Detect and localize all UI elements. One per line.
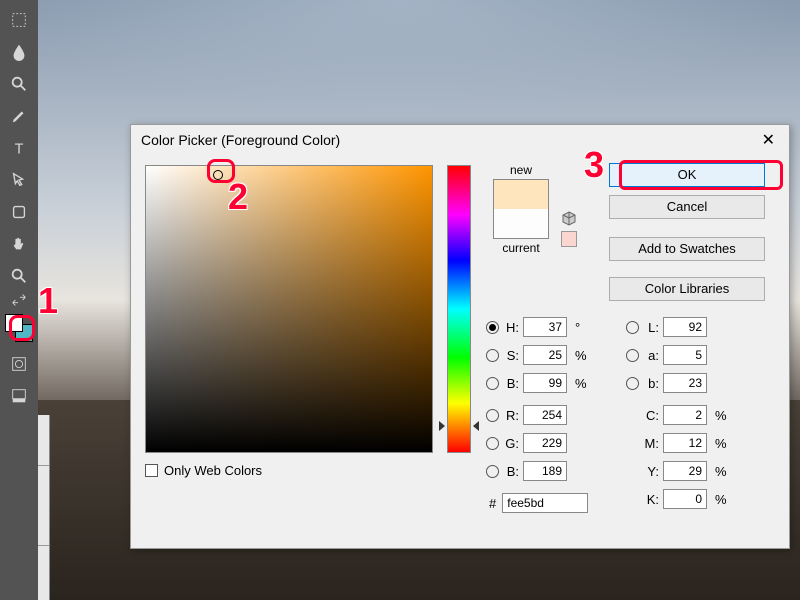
- new-color-preview: [494, 180, 548, 209]
- green-input[interactable]: [523, 433, 567, 453]
- only-web-colors-label: Only Web Colors: [164, 463, 262, 478]
- zoom2-tool-icon[interactable]: [7, 264, 31, 288]
- path-select-tool-icon[interactable]: [7, 168, 31, 192]
- b-label: b:: [643, 376, 659, 391]
- brightness-radio[interactable]: [486, 377, 499, 390]
- l-label: L:: [643, 320, 659, 335]
- lightness-input[interactable]: [663, 317, 707, 337]
- a-radio[interactable]: [626, 349, 639, 362]
- c-label: C:: [643, 408, 659, 423]
- foreground-swatch[interactable]: [5, 314, 23, 332]
- close-icon[interactable]: ✕: [758, 130, 779, 150]
- swap-colors-icon[interactable]: [7, 294, 31, 306]
- blue-input[interactable]: [523, 461, 567, 481]
- screen-mode-icon[interactable]: [7, 384, 31, 408]
- pen-tool-icon[interactable]: [7, 104, 31, 128]
- blue-radio[interactable]: [486, 465, 499, 478]
- blur-tool-icon[interactable]: [7, 40, 31, 64]
- m-label: M:: [643, 436, 659, 451]
- current-color-label: current: [485, 241, 557, 255]
- vertical-ruler: [38, 415, 50, 600]
- hex-hash-label: #: [489, 496, 496, 511]
- color-field-cursor: [213, 170, 223, 180]
- add-to-swatches-button[interactable]: Add to Swatches: [609, 237, 765, 261]
- g-label: G:: [503, 436, 519, 451]
- hand-tool-icon[interactable]: [7, 232, 31, 256]
- s-label: S:: [503, 348, 519, 363]
- dialog-title: Color Picker (Foreground Color): [141, 132, 340, 148]
- hue-radio[interactable]: [486, 321, 499, 334]
- saturation-radio[interactable]: [486, 349, 499, 362]
- a-label: a:: [643, 348, 659, 363]
- color-swatches[interactable]: [5, 314, 33, 342]
- red-radio[interactable]: [486, 409, 499, 422]
- r-label: R:: [503, 408, 519, 423]
- titlebar[interactable]: Color Picker (Foreground Color) ✕: [131, 125, 789, 155]
- hue-input[interactable]: [523, 317, 567, 337]
- new-color-label: new: [485, 163, 557, 177]
- k-label: K:: [643, 492, 659, 507]
- zoom-tool-icon[interactable]: [7, 72, 31, 96]
- a-input[interactable]: [663, 345, 707, 365]
- degree-unit: °: [575, 320, 580, 335]
- quickmask-icon[interactable]: [7, 352, 31, 376]
- red-input[interactable]: [523, 405, 567, 425]
- magenta-input[interactable]: [663, 433, 707, 453]
- gamut-warning-icon[interactable]: [561, 211, 577, 227]
- only-web-colors-checkbox[interactable]: [145, 464, 158, 477]
- y-label: Y:: [643, 464, 659, 479]
- black-input[interactable]: [663, 489, 707, 509]
- lightness-radio[interactable]: [626, 321, 639, 334]
- marquee-tool-icon[interactable]: [7, 8, 31, 32]
- b-input[interactable]: [663, 373, 707, 393]
- color-field[interactable]: [145, 165, 433, 453]
- b-radio[interactable]: [626, 377, 639, 390]
- color-libraries-button[interactable]: Color Libraries: [609, 277, 765, 301]
- current-color-preview: [494, 209, 548, 238]
- shape-tool-icon[interactable]: [7, 200, 31, 224]
- websafe-swatch[interactable]: [561, 231, 577, 247]
- saturation-input[interactable]: [523, 345, 567, 365]
- color-picker-dialog: Color Picker (Foreground Color) ✕ new cu…: [130, 124, 790, 549]
- brightness-input[interactable]: [523, 373, 567, 393]
- green-radio[interactable]: [486, 437, 499, 450]
- hex-input[interactable]: [502, 493, 588, 513]
- yellow-input[interactable]: [663, 461, 707, 481]
- new-current-swatch: [493, 179, 549, 239]
- h-label: H:: [503, 320, 519, 335]
- type-tool-icon[interactable]: T: [7, 136, 31, 160]
- tools-panel: T: [0, 0, 38, 600]
- hue-strip[interactable]: [447, 165, 471, 453]
- bb-label: B:: [503, 464, 519, 479]
- ok-button[interactable]: OK: [609, 163, 765, 187]
- cyan-input[interactable]: [663, 405, 707, 425]
- svg-text:T: T: [15, 141, 24, 157]
- cancel-button[interactable]: Cancel: [609, 195, 765, 219]
- bv-label: B:: [503, 376, 519, 391]
